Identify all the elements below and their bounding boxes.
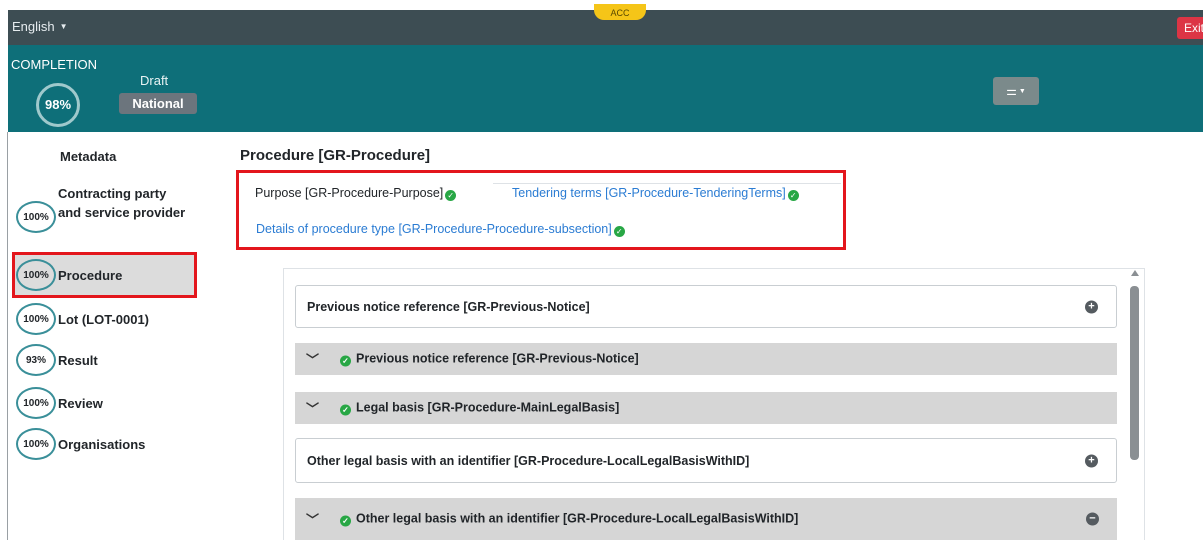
procedure-highlight-box xyxy=(12,252,197,298)
environment-badge: ACC xyxy=(594,4,646,20)
sliders-icon: ⚌ xyxy=(1006,84,1017,98)
filter-settings-button[interactable]: ⚌ ▼ xyxy=(993,77,1039,105)
scroll-up-arrow-icon[interactable] xyxy=(1131,270,1139,276)
check-circle-icon: ✓ xyxy=(340,404,351,416)
check-circle-icon: ✓ xyxy=(340,515,351,527)
chevron-down-icon: ▼ xyxy=(1018,88,1026,95)
section-label: Previous notice reference [GR-Previous-N… xyxy=(356,351,639,366)
sidebar-item-label: Result xyxy=(58,352,98,368)
sidebar-item-label: Organisations xyxy=(58,436,146,452)
chevron-down-icon: ▼ xyxy=(59,22,68,31)
language-selector[interactable]: English ▼ xyxy=(12,19,68,34)
exit-button[interactable]: Exit xyxy=(1177,17,1203,39)
section-label: Legal basis [GR-Procedure-MainLegalBasis… xyxy=(356,400,620,415)
national-badge: National xyxy=(119,93,197,114)
progress-ring: 100% xyxy=(16,201,56,233)
chevron-down-icon: ﹀ xyxy=(306,401,320,417)
plus-circle-icon[interactable]: + xyxy=(1085,454,1098,467)
sidebar-item-contracting-party[interactable]: 100% Contracting party and service provi… xyxy=(16,184,193,233)
plus-circle-icon[interactable]: + xyxy=(1085,300,1098,313)
sidebar-item-lot[interactable]: 100% Lot (LOT-0001) xyxy=(16,303,149,335)
section-header: ✓ Other legal basis with an identifier [G… xyxy=(340,512,798,527)
progress-ring: 93% xyxy=(16,344,56,376)
section-label: Previous notice reference [GR-Previous-N… xyxy=(307,299,590,314)
sidebar-item-label: Review xyxy=(58,395,103,411)
section-other-legal-basis-add[interactable]: Other legal basis with an identifier [GR… xyxy=(295,438,1117,483)
accordion-previous-notice[interactable]: ﹀ ✓ Previous notice reference [GR-Previou… xyxy=(295,343,1117,375)
status-bar: COMPLETION 98% Draft National ⚌ ▼ xyxy=(8,45,1203,132)
progress-ring: 100% xyxy=(16,387,56,419)
sidebar-item-label: Contracting party and service provider xyxy=(58,186,186,220)
section-label: Other legal basis with an identifier [GR… xyxy=(356,511,799,526)
section-header: ✓ Previous notice reference [GR-Previous-… xyxy=(340,352,639,367)
progress-ring: 100% xyxy=(16,303,56,335)
draft-label: Draft xyxy=(140,73,169,88)
check-circle-icon: ✓ xyxy=(340,355,351,367)
completion-progress-ring: 98% xyxy=(36,83,80,127)
completion-label: COMPLETION xyxy=(11,57,97,72)
accordion-other-legal-basis[interactable]: ﹀ ✓ Other legal basis with an identifier … xyxy=(295,498,1117,540)
sidebar-item-result[interactable]: 93% Result xyxy=(16,344,98,376)
page-title: Procedure [GR-Procedure] xyxy=(240,147,431,164)
section-header: ✓ Legal basis [GR-Procedure-MainLegalBasi… xyxy=(340,401,619,416)
tabs-highlight-box xyxy=(236,170,846,250)
section-previous-notice-add[interactable]: Previous notice reference [GR-Previous-N… xyxy=(295,285,1117,328)
progress-ring: 100% xyxy=(16,428,56,460)
language-label: English xyxy=(12,19,55,34)
sidebar-item-label: Lot (LOT-0001) xyxy=(58,311,150,327)
sidebar-item-label: Metadata xyxy=(60,149,117,164)
sidebar-item-metadata[interactable]: Metadata xyxy=(60,149,116,164)
sidebar-item-organisations[interactable]: 100% Organisations xyxy=(16,428,145,460)
left-border xyxy=(7,132,8,540)
chevron-down-icon: ﹀ xyxy=(306,512,320,528)
section-label: Other legal basis with an identifier [GR… xyxy=(307,453,750,468)
sidebar-item-review[interactable]: 100% Review xyxy=(16,387,103,419)
minus-circle-icon[interactable]: − xyxy=(1086,512,1099,526)
chevron-down-icon: ﹀ xyxy=(306,352,320,368)
top-bar: English ▼ ACC Exit xyxy=(8,4,1203,45)
accordion-legal-basis[interactable]: ﹀ ✓ Legal basis [GR-Procedure-MainLegalBa… xyxy=(295,392,1117,424)
scrollbar-thumb[interactable] xyxy=(1130,286,1139,460)
